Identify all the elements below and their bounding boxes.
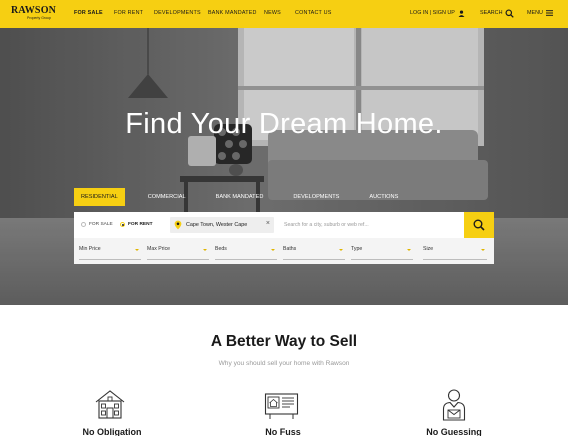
- chevron-down-icon: [481, 249, 485, 251]
- search-row: FOR SALE FOR RENT Cape Town, Wester Cape…: [74, 212, 494, 238]
- filter-min-price[interactable]: Min Price: [79, 246, 141, 260]
- menu-label: MENU: [527, 10, 543, 16]
- filter-baths[interactable]: Baths: [283, 246, 345, 260]
- menu-button[interactable]: MENU: [527, 8, 553, 18]
- filter-label: Size: [423, 246, 434, 252]
- chevron-down-icon: [135, 249, 139, 251]
- login-label: LOG IN | SIGN UP: [410, 10, 455, 16]
- hero-title: Find Your Dream Home.: [125, 108, 443, 140]
- search-submit-button[interactable]: [464, 212, 494, 238]
- logo-brand: RAWSON: [11, 5, 57, 16]
- benefit-title-no-guessing: No Guessing: [426, 427, 482, 436]
- top-navbar: RAWSON Property Group FOR SALE FOR RENT …: [0, 0, 568, 28]
- nav-news[interactable]: NEWS: [264, 10, 281, 16]
- login-link[interactable]: LOG IN | SIGN UP: [410, 8, 465, 18]
- filter-type[interactable]: Type: [351, 246, 413, 260]
- radio-for-rent[interactable]: FOR RENT: [120, 222, 153, 227]
- filter-beds[interactable]: Beds: [215, 246, 277, 260]
- radio-for-sale[interactable]: FOR SALE: [81, 222, 113, 227]
- section-title: A Better Way to Sell: [210, 333, 358, 350]
- location-chip[interactable]: Cape Town, Wester Cape ×: [170, 217, 274, 233]
- property-search-panel: FOR SALE FOR RENT Cape Town, Wester Cape…: [74, 212, 494, 264]
- radio-dot: [81, 222, 86, 227]
- tab-auctions[interactable]: AUCTIONS: [362, 188, 405, 206]
- tab-residential[interactable]: RESIDENTIAL: [74, 188, 125, 206]
- rawson-logo[interactable]: RAWSON Property Group: [11, 5, 57, 21]
- property-category-tabs: RESIDENTIAL COMMERCIAL BANK MANDATED DEV…: [74, 188, 421, 206]
- search-link[interactable]: SEARCH: [480, 8, 515, 18]
- benefit-title-no-obligation: No Obligation: [82, 427, 142, 436]
- hero-banner: Find Your Dream Home. RESIDENTIAL COMMER…: [0, 28, 568, 305]
- hamburger-icon: [545, 10, 553, 16]
- chevron-down-icon: [407, 249, 411, 251]
- nav-bank-mandated[interactable]: BANK MANDATED: [208, 10, 257, 16]
- search-label: SEARCH: [480, 10, 503, 16]
- search-icon: [505, 8, 515, 18]
- user-icon: [458, 9, 465, 17]
- nav-for-rent[interactable]: FOR RENT: [114, 10, 143, 16]
- radio-label: FOR RENT: [128, 222, 153, 227]
- agent-icon: [442, 389, 466, 421]
- nav-developments[interactable]: DEVELOPMENTS: [154, 10, 201, 16]
- location-chip-label: Cape Town, Wester Cape: [186, 222, 248, 228]
- section-subtitle: Why you should sell your home with Rawso…: [218, 360, 350, 367]
- remove-location-icon[interactable]: ×: [266, 220, 270, 227]
- nav-contact-us[interactable]: CONTACT US: [295, 10, 332, 16]
- filter-label: Baths: [283, 246, 297, 252]
- filter-max-price[interactable]: Max Price: [147, 246, 209, 260]
- chevron-down-icon: [203, 249, 207, 251]
- filter-label: Max Price: [147, 246, 171, 252]
- tab-commercial[interactable]: COMMERCIAL: [141, 188, 193, 206]
- filter-size[interactable]: Size: [423, 246, 487, 260]
- logo-sub: Property Group: [27, 16, 51, 20]
- chevron-down-icon: [271, 249, 275, 251]
- radio-dot: [120, 222, 125, 227]
- tab-developments[interactable]: DEVELOPMENTS: [286, 188, 346, 206]
- nav-for-sale[interactable]: FOR SALE: [74, 10, 103, 16]
- filter-label: Min Price: [79, 246, 101, 252]
- filter-label: Type: [351, 246, 363, 252]
- radio-label: FOR SALE: [89, 222, 113, 227]
- house-icon: [95, 390, 125, 419]
- location-pin-icon: [174, 220, 182, 230]
- listing-board-icon: [264, 393, 299, 419]
- chevron-down-icon: [339, 249, 343, 251]
- filter-label: Beds: [215, 246, 227, 252]
- benefit-title-no-fuss: No Fuss: [265, 427, 301, 436]
- search-icon: [473, 219, 485, 231]
- search-input[interactable]: [284, 218, 454, 232]
- tab-bank-mandated[interactable]: BANK MANDATED: [209, 188, 271, 206]
